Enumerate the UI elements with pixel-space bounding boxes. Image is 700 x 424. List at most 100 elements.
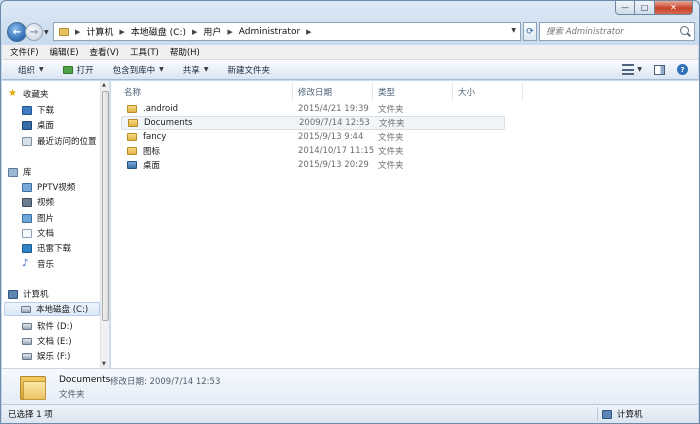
document-library-icon: [22, 228, 32, 238]
table-row[interactable]: .android 2015/4/21 19:39 文件夹: [121, 102, 505, 116]
sidebar-item-drive-e[interactable]: 文档 (E:): [22, 334, 109, 348]
status-location: 计算机: [597, 407, 643, 421]
sidebar-label: 图片: [37, 214, 55, 224]
column-header-size[interactable]: 大小: [453, 83, 523, 100]
back-button[interactable]: ←: [7, 22, 27, 42]
sidebar-item-xunlei[interactable]: 迅雷下载: [22, 241, 109, 255]
sidebar-item-recent-places[interactable]: 最近访问的位置: [22, 134, 109, 148]
close-button[interactable]: ✕: [655, 1, 693, 15]
chevron-right-icon[interactable]: ▶: [75, 28, 80, 36]
scroll-up-icon[interactable]: ▲: [102, 82, 106, 88]
maximize-button[interactable]: □: [635, 1, 655, 15]
sidebar-item-music[interactable]: ♪ 音乐: [22, 257, 109, 271]
navigation-pane: ★ 收藏夹 下载 桌面 最近访问的位置 库 PPTV视频 视频 图片 文档 迅雷下…: [2, 81, 110, 368]
minimize-button[interactable]: —: [615, 1, 635, 15]
sidebar-label: 娱乐 (F:): [37, 352, 71, 362]
menu-help[interactable]: 帮助(H): [170, 46, 200, 58]
preview-pane-icon[interactable]: [654, 64, 665, 75]
scroll-down-icon[interactable]: ▼: [102, 361, 106, 367]
file-name: fancy: [127, 132, 166, 142]
sidebar-item-pictures[interactable]: 图片: [22, 211, 109, 225]
new-folder-button[interactable]: 新建文件夹: [227, 64, 270, 76]
open-button[interactable]: 打开: [62, 64, 94, 76]
open-label: 打开: [76, 65, 94, 76]
file-name-text: Documents: [144, 118, 193, 128]
chevron-down-icon: ▼: [203, 66, 209, 73]
chevron-down-icon[interactable]: ▼: [637, 66, 642, 73]
search-icon[interactable]: [680, 26, 689, 35]
breadcrumb-users[interactable]: 用户: [203, 25, 221, 38]
table-row[interactable]: 桌面 2015/9/13 20:29 文件夹: [121, 158, 505, 172]
file-name-text: 桌面: [143, 161, 161, 171]
include-label: 包含到库中: [112, 65, 156, 76]
sidebar-item-documents[interactable]: 文档: [22, 226, 109, 240]
share-button[interactable]: 共享 ▼: [183, 64, 209, 76]
recent-pages-dropdown[interactable]: ▼: [44, 29, 49, 36]
details-pane: Documents 修改日期: 2009/7/14 12:53 文件夹: [2, 368, 698, 405]
sidebar-item-videos[interactable]: 视频: [22, 195, 109, 209]
search-box[interactable]: [539, 22, 695, 41]
file-name: .android: [127, 104, 178, 114]
column-header-type[interactable]: 类型: [373, 83, 453, 100]
status-bar: 已选择 1 项 计算机: [2, 404, 698, 423]
column-header-name[interactable]: 名称: [119, 83, 293, 100]
breadcrumb-administrator[interactable]: Administrator: [239, 27, 300, 37]
refresh-button[interactable]: ⟳: [523, 22, 537, 41]
sidebar-item-drive-d[interactable]: 软件 (D:): [22, 319, 109, 333]
picture-library-icon: [22, 213, 32, 223]
chevron-right-icon[interactable]: ▶: [306, 28, 311, 36]
help-icon[interactable]: ?: [677, 64, 688, 75]
chevron-right-icon[interactable]: ▶: [227, 28, 232, 36]
menu-edit[interactable]: 编辑(E): [50, 46, 79, 58]
sidebar-libraries[interactable]: 库: [8, 165, 106, 179]
navigation-row: ← → ▼ ▶ 计算机 ▶ 本地磁盘 (C:) ▶ 用户 ▶ Administr…: [7, 21, 695, 43]
chevron-right-icon[interactable]: ▶: [119, 28, 124, 36]
share-label: 共享: [182, 65, 200, 76]
folder-icon: [128, 119, 138, 127]
search-input[interactable]: [540, 26, 670, 37]
menu-tools[interactable]: 工具(T): [130, 46, 159, 58]
music-note-icon: ♪: [22, 258, 29, 269]
table-row[interactable]: 图标 2014/10/17 11:15 文件夹: [121, 144, 505, 158]
file-type: 文件夹: [379, 119, 405, 129]
sidebar-item-desktop[interactable]: 桌面: [22, 118, 109, 132]
file-type: 文件夹: [378, 105, 404, 115]
table-row[interactable]: fancy 2015/9/13 9:44 文件夹: [121, 130, 505, 144]
sidebar-label: 下载: [37, 106, 55, 116]
chevron-down-icon[interactable]: ▼: [511, 27, 516, 34]
sidebar-label: 桌面: [37, 121, 55, 131]
sidebar-label: PPTV视频: [37, 183, 76, 193]
file-date: 2015/9/13 9:44: [298, 132, 364, 142]
navigation-scrollbar[interactable]: ▲ ▼: [100, 81, 109, 368]
sidebar-item-drive-f[interactable]: 娱乐 (F:): [22, 349, 109, 363]
sidebar-computer[interactable]: 计算机: [8, 287, 106, 301]
scrollbar-thumb[interactable]: [102, 91, 109, 321]
file-name: Documents: [128, 118, 192, 128]
hard-drive-icon: [22, 352, 32, 360]
menu-view[interactable]: 查看(V): [90, 46, 119, 58]
table-row[interactable]: Documents 2009/7/14 12:53 文件夹: [121, 116, 505, 130]
hard-drive-icon: [22, 337, 32, 345]
sidebar-favorites[interactable]: ★ 收藏夹: [8, 87, 106, 101]
sidebar-item-local-disk-c[interactable]: 本地磁盘 (C:): [4, 302, 100, 316]
file-type: 文件夹: [378, 133, 404, 143]
address-bar[interactable]: ▶ 计算机 ▶ 本地磁盘 (C:) ▶ 用户 ▶ Administrator ▶…: [53, 22, 521, 41]
breadcrumb-local-disk[interactable]: 本地磁盘 (C:): [131, 25, 186, 38]
desktop-icon: [22, 120, 32, 130]
sidebar-item-downloads[interactable]: 下载: [22, 103, 109, 117]
column-header-date[interactable]: 修改日期: [293, 83, 373, 100]
sidebar-item-pptv[interactable]: PPTV视频: [22, 180, 109, 194]
file-name-text: fancy: [143, 132, 167, 142]
library-icon: [8, 167, 18, 177]
video-library-icon: [22, 197, 32, 207]
sidebar-label: 计算机: [23, 290, 49, 300]
forward-button[interactable]: →: [25, 23, 43, 41]
chevron-right-icon[interactable]: ▶: [192, 28, 197, 36]
open-icon: [62, 65, 73, 74]
organize-button[interactable]: 组织 ▼: [18, 64, 44, 76]
view-options-icon[interactable]: [622, 64, 635, 75]
refresh-icon: ⟳: [526, 26, 534, 37]
menu-file[interactable]: 文件(F): [10, 46, 39, 58]
include-in-library-button[interactable]: 包含到库中 ▼: [113, 64, 164, 76]
breadcrumb-computer[interactable]: 计算机: [86, 25, 113, 38]
